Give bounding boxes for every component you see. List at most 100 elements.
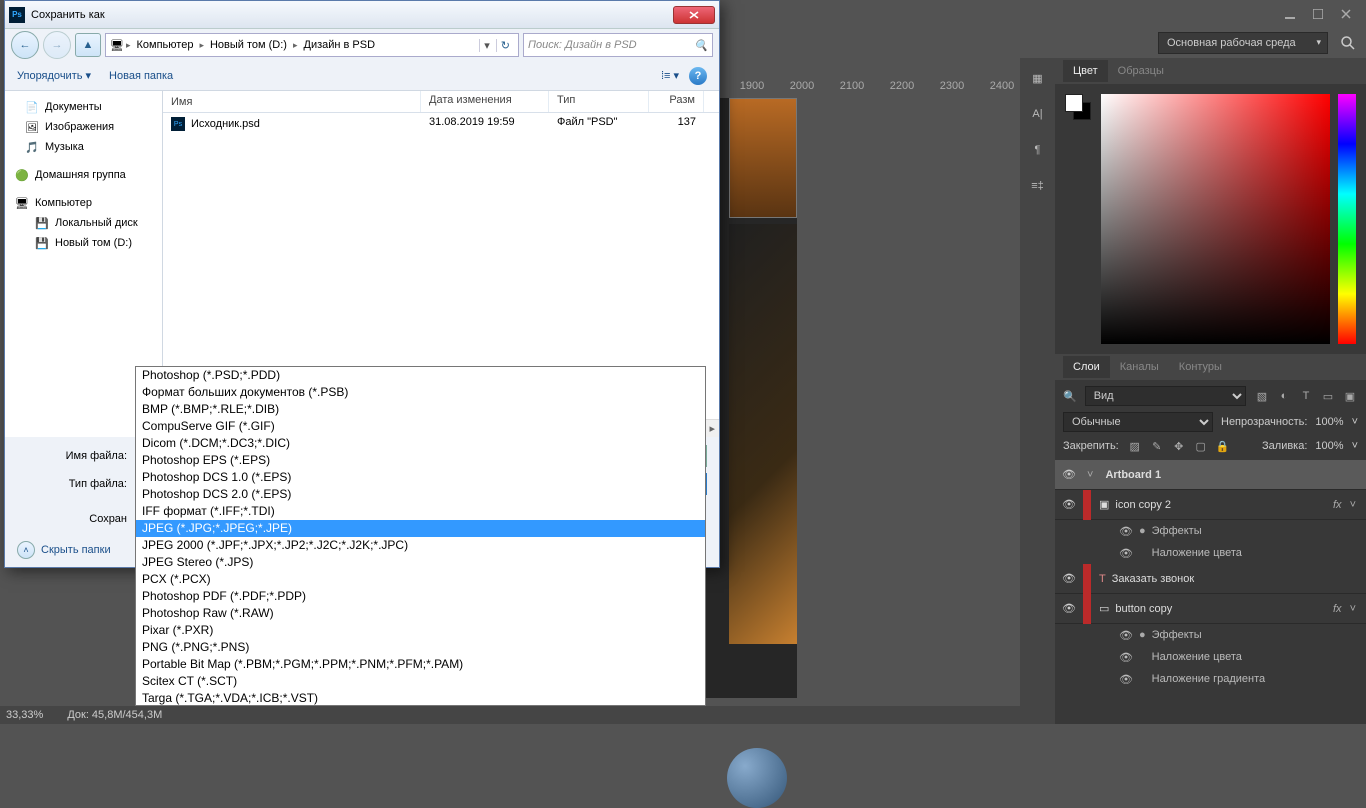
fx-badge[interactable]: fx	[1333, 603, 1346, 615]
new-folder-button[interactable]: Новая папка	[109, 70, 173, 82]
visibility-toggle[interactable]: 👁	[1055, 498, 1083, 511]
blend-mode-select[interactable]: Обычные	[1063, 412, 1213, 432]
nav-forward-button[interactable]: →	[43, 31, 71, 59]
filter-shape-icon[interactable]: ▭	[1320, 388, 1336, 404]
layer-row[interactable]: 👁 ▭button copy fx˅	[1055, 594, 1366, 624]
tab-color[interactable]: Цвет	[1063, 60, 1108, 82]
filter-type-icon[interactable]: T	[1298, 388, 1314, 404]
filetype-option[interactable]: Portable Bit Map (*.PBM;*.PGM;*.PPM;*.PN…	[136, 656, 705, 673]
filter-adjust-icon[interactable]: ◐	[1276, 388, 1292, 404]
visibility-toggle[interactable]: 👁	[1055, 468, 1083, 481]
dialog-titlebar[interactable]: Ps Сохранить как	[5, 1, 719, 29]
character-icon[interactable]: A|	[1027, 104, 1049, 124]
fill-value[interactable]: 100%	[1315, 440, 1343, 452]
breadcrumb-seg[interactable]: Компьютер	[133, 39, 198, 51]
nav-back-button[interactable]: ←	[11, 31, 39, 59]
lock-artboard-icon[interactable]: ▢	[1193, 438, 1209, 454]
organize-button[interactable]: Упорядочить ▾	[17, 69, 91, 82]
foreground-swatch[interactable]	[1065, 94, 1083, 112]
filetype-option[interactable]: Scitex CT (*.SCT)	[136, 673, 705, 690]
filetype-option[interactable]: Targa (*.TGA;*.VDA;*.ICB;*.VST)	[136, 690, 705, 706]
minimize-button[interactable]	[1276, 4, 1304, 24]
layer-row[interactable]: 👁 ▣icon copy 2 fx˅	[1055, 490, 1366, 520]
tab-swatches[interactable]: Образцы	[1108, 60, 1174, 82]
layer-effect-row[interactable]: 👁●Наложение градиента	[1055, 668, 1366, 690]
search-icon[interactable]: 🔍	[694, 39, 708, 52]
lock-move-icon[interactable]: ✥	[1171, 438, 1187, 454]
file-row[interactable]: PsИсходник.psd 31.08.2019 19:59 Файл "PS…	[163, 113, 719, 135]
tab-layers[interactable]: Слои	[1063, 356, 1110, 378]
lock-pixels-icon[interactable]: ▨	[1127, 438, 1143, 454]
filetype-option[interactable]: Photoshop DCS 1.0 (*.EPS)	[136, 469, 705, 486]
filetype-option[interactable]: Формат больших документов (*.PSB)	[136, 384, 705, 401]
layer-effect-row[interactable]: 👁●Наложение цвета	[1055, 542, 1366, 564]
fx-badge[interactable]: fx	[1333, 499, 1346, 511]
filetype-option[interactable]: Photoshop (*.PSD;*.PDD)	[136, 367, 705, 384]
fg-bg-swatches[interactable]	[1065, 94, 1093, 344]
filetype-option[interactable]: Photoshop EPS (*.EPS)	[136, 452, 705, 469]
filetype-option[interactable]: Photoshop DCS 2.0 (*.EPS)	[136, 486, 705, 503]
tab-paths[interactable]: Контуры	[1169, 356, 1232, 378]
hue-slider[interactable]	[1338, 94, 1356, 344]
color-picker[interactable]	[1055, 84, 1366, 354]
lock-position-brush-icon[interactable]: ✎	[1149, 438, 1165, 454]
filetype-option[interactable]: JPEG (*.JPG;*.JPEG;*.JPE)	[136, 520, 705, 537]
filetype-option[interactable]: JPEG Stereo (*.JPS)	[136, 554, 705, 571]
filter-pixel-icon[interactable]: ▧	[1254, 388, 1270, 404]
layer-name[interactable]: button copy	[1115, 603, 1172, 615]
dialog-close-button[interactable]	[673, 6, 715, 24]
filetype-option[interactable]: PCX (*.PCX)	[136, 571, 705, 588]
close-button[interactable]	[1332, 4, 1360, 24]
tree-item-computer[interactable]: 🖥Компьютер	[7, 193, 160, 213]
visibility-toggle[interactable]: 👁	[1055, 602, 1083, 615]
filetype-option[interactable]: Dicom (*.DCM;*.DC3;*.DIC)	[136, 435, 705, 452]
filetype-option[interactable]: BMP (*.BMP;*.RLE;*.DIB)	[136, 401, 705, 418]
tree-item-music[interactable]: 🎵Музыка	[7, 137, 160, 157]
adjustments-icon[interactable]: ≡‡	[1027, 176, 1049, 196]
search-icon[interactable]	[1340, 35, 1356, 51]
filetype-option[interactable]: Pixar (*.PXR)	[136, 622, 705, 639]
crumb-dropdown-icon[interactable]: ▾	[479, 39, 494, 52]
properties-icon[interactable]: ▦	[1027, 68, 1049, 88]
tab-channels[interactable]: Каналы	[1110, 356, 1169, 378]
breadcrumb-seg[interactable]: Дизайн в PSD	[300, 39, 380, 51]
col-type[interactable]: Тип	[549, 91, 649, 112]
nav-up-button[interactable]: ▲	[75, 33, 101, 57]
artboard-row[interactable]: 👁 ˅ Artboard 1	[1055, 460, 1366, 490]
artboard-name[interactable]: Artboard 1	[1097, 469, 1360, 481]
maximize-button[interactable]	[1304, 4, 1332, 24]
col-name[interactable]: Имя	[163, 91, 421, 112]
lock-all-icon[interactable]: 🔒	[1215, 438, 1231, 454]
tree-item-local-disk[interactable]: 💾Локальный диск	[7, 213, 160, 233]
layers-list[interactable]: 👁 ˅ Artboard 1 👁 ▣icon copy 2 fx˅ 👁●Эффе…	[1055, 460, 1366, 724]
view-mode-button[interactable]: ⁞≡ ▾	[661, 69, 679, 82]
layer-effect-row[interactable]: 👁●Эффекты	[1055, 520, 1366, 542]
search-input[interactable]: Поиск: Дизайн в PSD 🔍	[523, 33, 713, 57]
tree-item-homegroup[interactable]: 🟢Домашняя группа	[7, 165, 160, 185]
saturation-brightness-field[interactable]	[1101, 94, 1330, 344]
paragraph-icon[interactable]: ¶	[1027, 140, 1049, 160]
breadcrumb-seg[interactable]: Новый том (D:)	[206, 39, 291, 51]
filetype-option[interactable]: JPEG 2000 (*.JPF;*.JPX;*.JP2;*.J2C;*.J2K…	[136, 537, 705, 554]
filetype-option[interactable]: IFF формат (*.IFF;*.TDI)	[136, 503, 705, 520]
layer-effect-row[interactable]: 👁●Эффекты	[1055, 624, 1366, 646]
refresh-icon[interactable]: ↻	[496, 39, 514, 52]
filter-smart-icon[interactable]: ▣	[1342, 388, 1358, 404]
filetype-dropdown-list[interactable]: Photoshop (*.PSD;*.PDD)Формат больших до…	[135, 366, 706, 706]
hide-folders-toggle[interactable]: ˄ Скрыть папки	[17, 531, 127, 559]
zoom-level[interactable]: 33,33%	[6, 709, 43, 721]
filetype-option[interactable]: Photoshop Raw (*.RAW)	[136, 605, 705, 622]
layer-name[interactable]: icon copy 2	[1115, 499, 1171, 511]
col-date[interactable]: Дата изменения	[421, 91, 549, 112]
breadcrumb[interactable]: 🖥▸ Компьютер▸ Новый том (D:)▸ Дизайн в P…	[105, 33, 519, 57]
layer-effect-row[interactable]: 👁●Наложение цвета	[1055, 646, 1366, 668]
file-list-header[interactable]: Имя Дата изменения Тип Разм	[163, 91, 719, 113]
tree-item-documents[interactable]: 📄Документы	[7, 97, 160, 117]
filetype-option[interactable]: PNG (*.PNG;*.PNS)	[136, 639, 705, 656]
visibility-toggle[interactable]: 👁	[1055, 572, 1083, 585]
workspace-dropdown[interactable]: Основная рабочая среда	[1158, 32, 1328, 54]
layer-filter-type[interactable]: Вид	[1085, 386, 1246, 406]
opacity-value[interactable]: 100%	[1315, 416, 1343, 428]
filetype-option[interactable]: CompuServe GIF (*.GIF)	[136, 418, 705, 435]
filetype-option[interactable]: Photoshop PDF (*.PDF;*.PDP)	[136, 588, 705, 605]
